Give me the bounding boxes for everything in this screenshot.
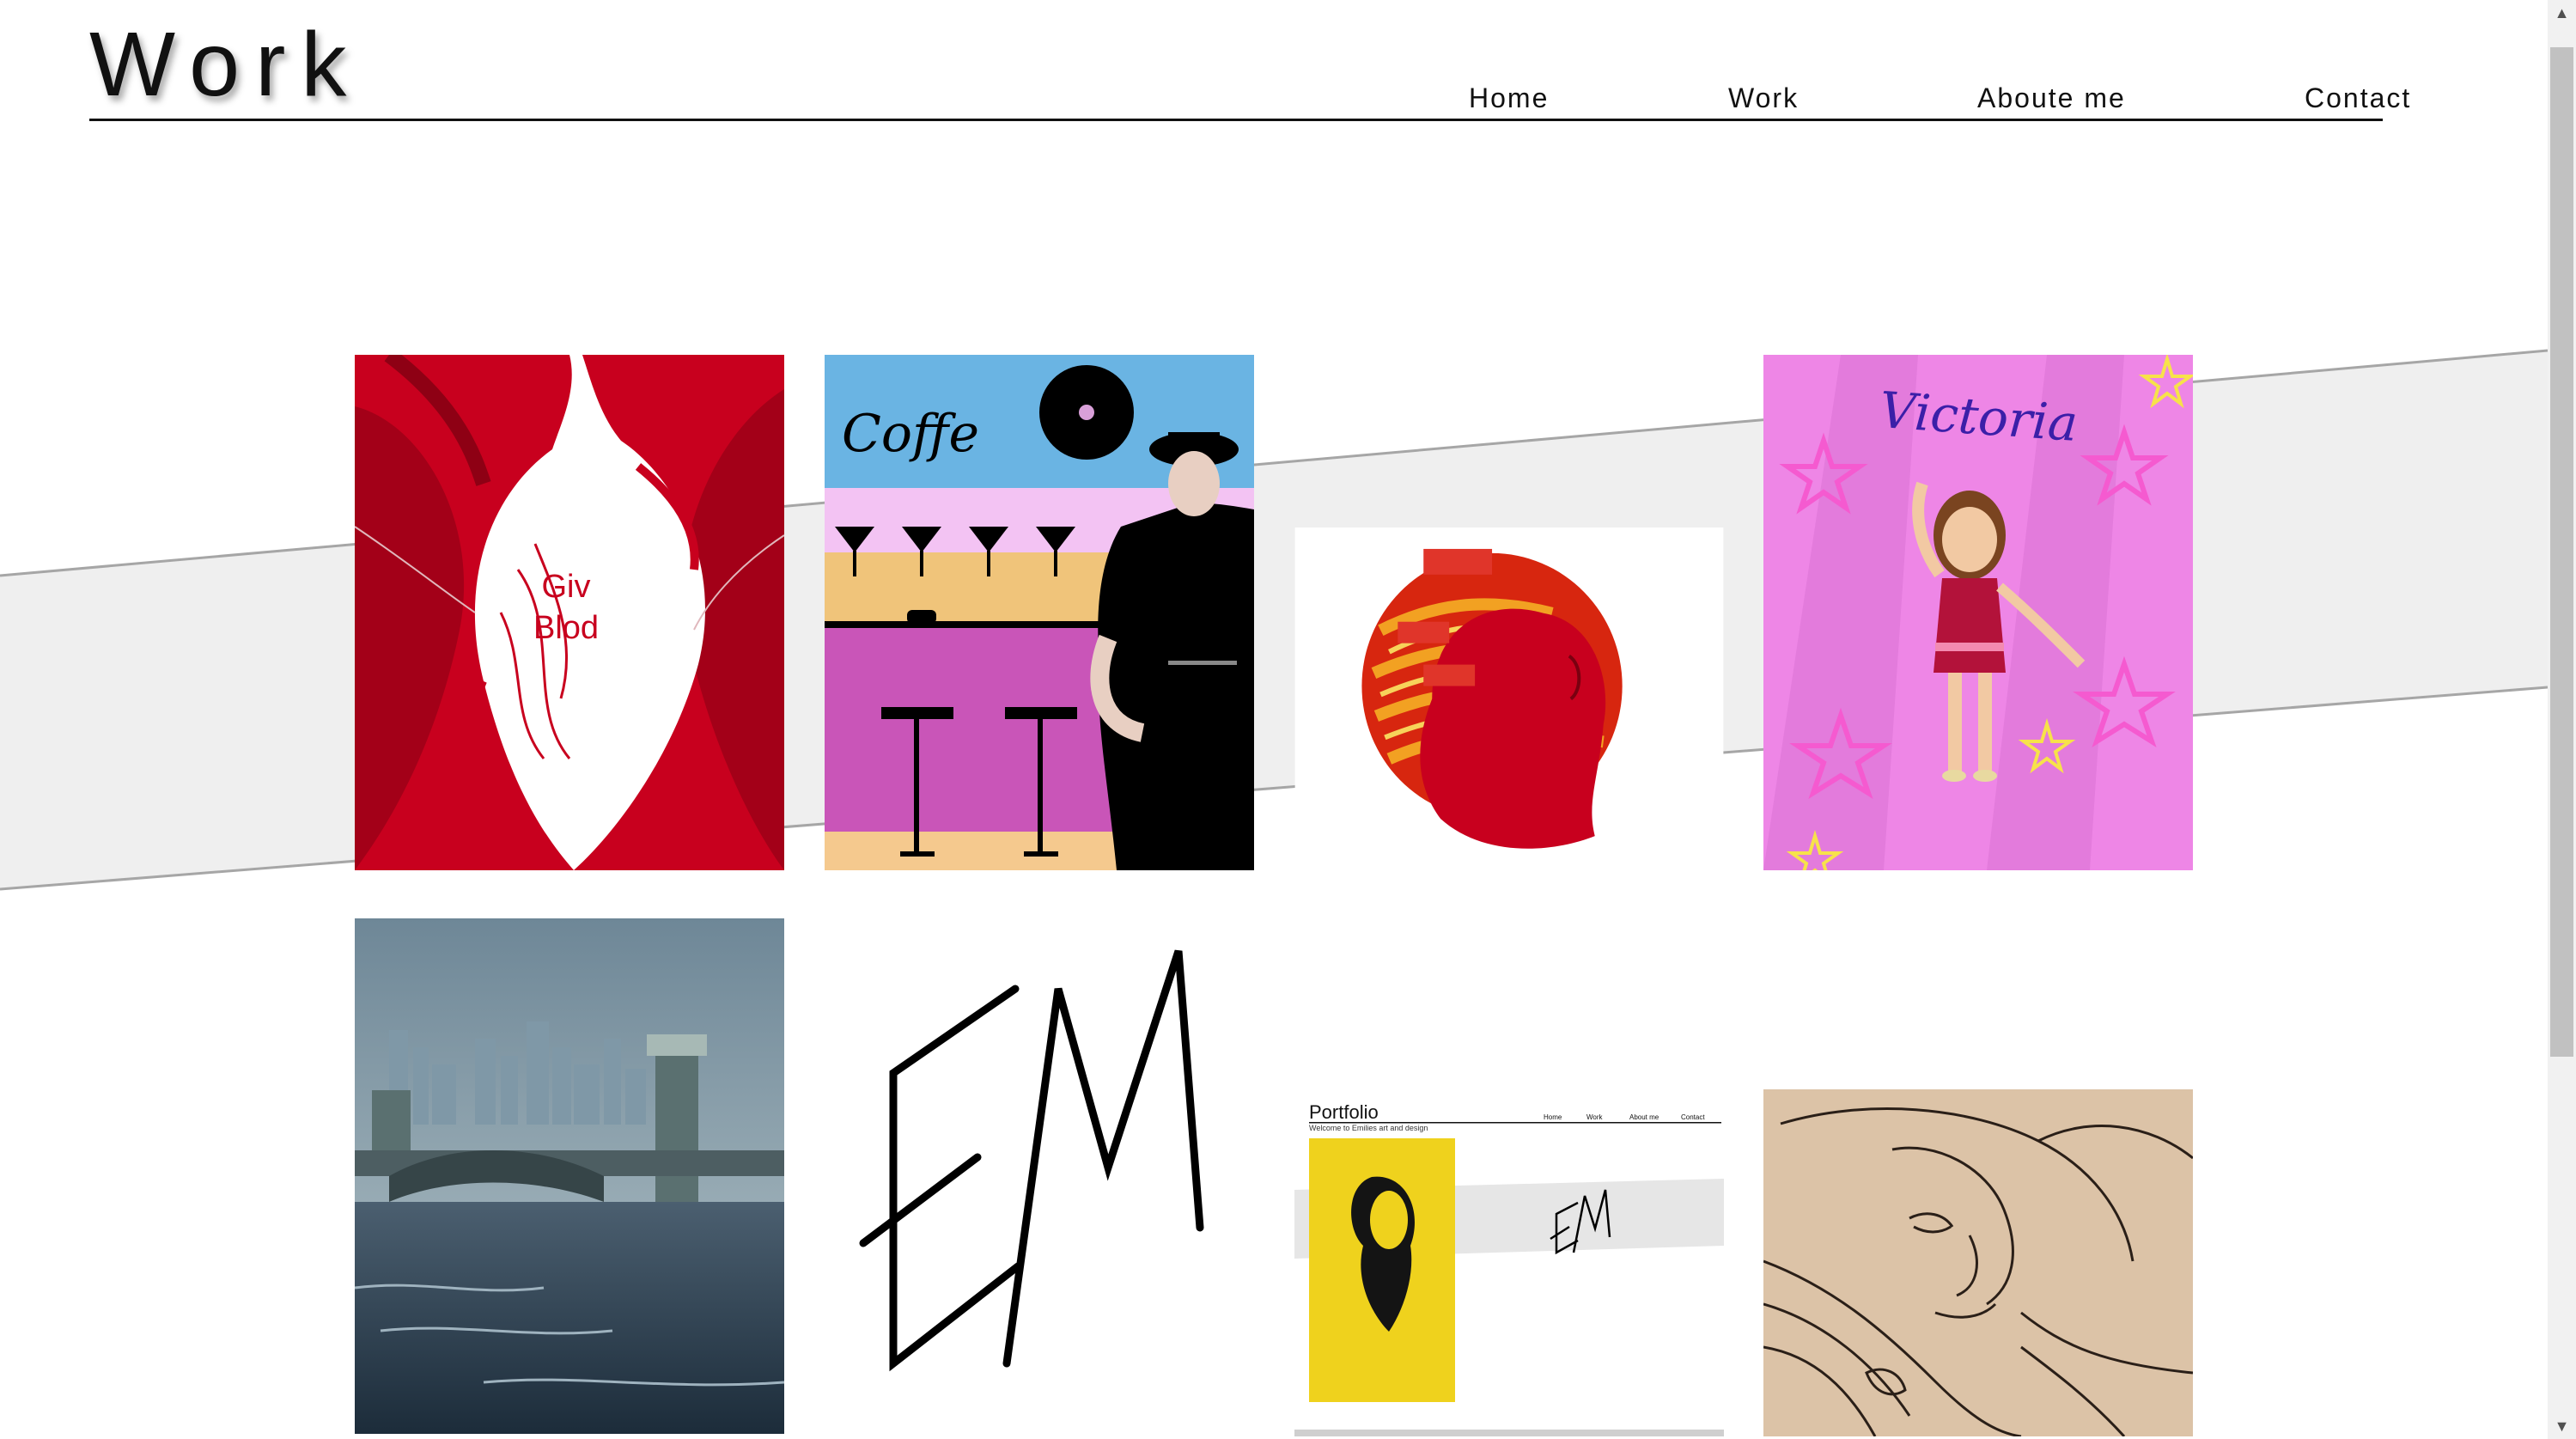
scrollbar-thumb[interactable] — [2550, 47, 2573, 1057]
portfolio-subtitle: Welcome to Emilies art and design — [1309, 1124, 1428, 1132]
header-divider — [89, 119, 2383, 121]
arrow-down-icon[interactable]: ▼ — [2548, 1413, 2576, 1439]
city-bridge-photo — [355, 918, 784, 1434]
page-title: Work — [89, 14, 362, 115]
giv-blod-line1: Giv — [542, 569, 591, 605]
vertical-scrollbar[interactable]: ▲ ▼ — [2548, 0, 2576, 1439]
portfolio-nav-contact: Contact — [1681, 1113, 1705, 1121]
gallery-item-city-photo[interactable] — [355, 918, 784, 1434]
gallery-item-coffee[interactable]: Coffe — [825, 355, 1254, 870]
gallery-item-em-logo[interactable]: EM — [825, 918, 1254, 1434]
page: Work Home Work Aboute me Contact Giv Blo… — [0, 0, 2548, 1439]
em-logo-drawing: EM — [825, 918, 1254, 1434]
ink-face-drawing — [1763, 1089, 2193, 1436]
gallery-item-giv-blod[interactable]: Giv Blod — [355, 355, 784, 870]
gallery-item-ink-drawing[interactable] — [1763, 1089, 2193, 1436]
red-head-illustration — [1294, 527, 1724, 870]
victoria-illustration: Victoria — [1763, 355, 2193, 870]
coffee-sign: Coffe — [842, 404, 979, 464]
nav-contact-link[interactable]: Contact — [2305, 84, 2411, 112]
arrow-up-icon[interactable]: ▲ — [2548, 0, 2576, 26]
portfolio-nav-home: Home — [1544, 1113, 1562, 1121]
coffee-bar-illustration: Coffe — [825, 355, 1254, 870]
portfolio-title: Portfolio — [1309, 1101, 1379, 1123]
nav-home-link[interactable]: Home — [1469, 84, 1549, 112]
gallery-item-red-head[interactable] — [1294, 527, 1724, 870]
portfolio-nav-work: Work — [1586, 1113, 1604, 1121]
giv-blod-poster-image: Giv Blod — [355, 355, 784, 870]
portfolio-screenshot-image: Portfolio Welcome to Emilies art and des… — [1294, 1100, 1724, 1436]
gallery-item-portfolio-screenshot[interactable]: Portfolio Welcome to Emilies art and des… — [1294, 1100, 1724, 1436]
giv-blod-line2: Blod — [533, 610, 599, 646]
nav-about-link[interactable]: Aboute me — [1977, 84, 2126, 112]
nav-work-link[interactable]: Work — [1728, 84, 1799, 112]
gallery-item-victoria[interactable]: Victoria — [1763, 355, 2193, 870]
portfolio-nav-about: About me — [1629, 1113, 1659, 1121]
